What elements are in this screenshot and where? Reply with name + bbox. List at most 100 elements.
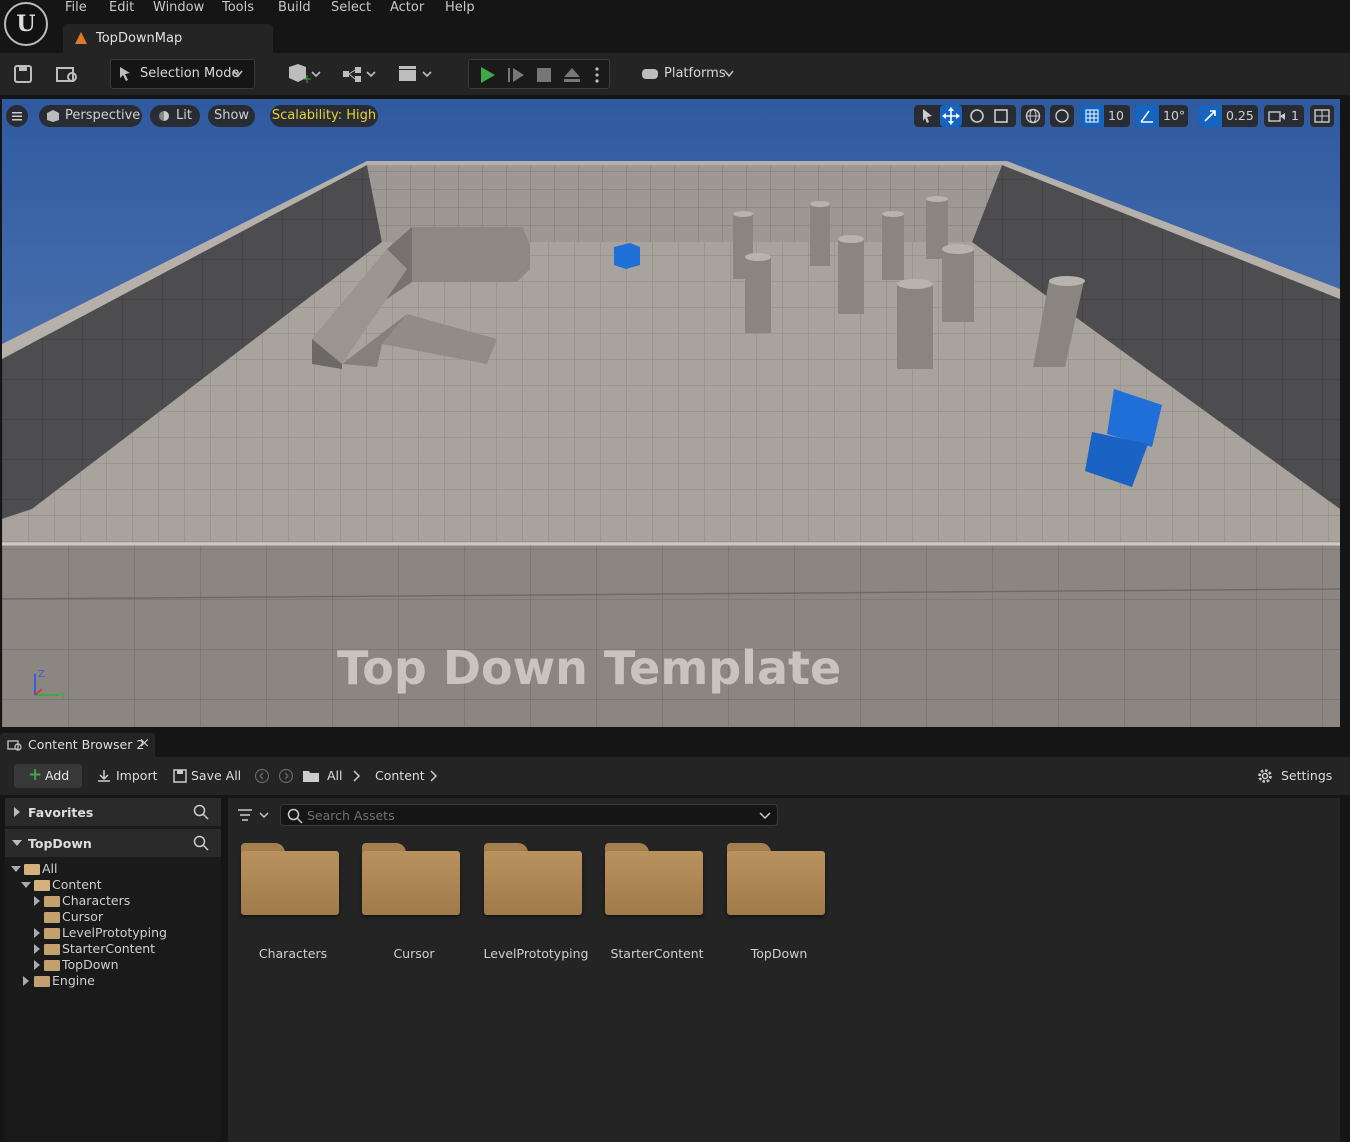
save-button[interactable] <box>8 59 38 89</box>
eject-icon[interactable] <box>563 66 581 84</box>
expand-arrow-icon[interactable] <box>33 896 41 906</box>
folder-tile-cursor[interactable] <box>362 843 460 915</box>
folder-icon[interactable] <box>302 768 320 784</box>
breadcrumb-all[interactable]: All <box>327 768 343 783</box>
tree-item-engine[interactable]: Engine <box>52 973 95 989</box>
save-all-icon <box>173 769 187 783</box>
lit-icon <box>159 111 169 121</box>
view-mode-button[interactable]: Lit <box>150 105 200 127</box>
rotation-snap-button[interactable]: 10° <box>1135 105 1188 127</box>
add-button[interactable]: + Add <box>14 764 82 788</box>
folder-tile-characters[interactable] <box>241 843 339 915</box>
settings-button[interactable]: Settings <box>1256 764 1336 788</box>
menu-select[interactable]: Select <box>331 0 371 16</box>
settings-label: Settings <box>1281 768 1333 783</box>
axis-y-label: Y <box>59 691 67 702</box>
folder-tile-levelprototyping[interactable] <box>484 843 582 915</box>
blueprint-icon <box>343 67 376 82</box>
expand-arrow-icon[interactable] <box>22 976 30 986</box>
menu-tools[interactable]: Tools <box>222 0 254 16</box>
grid-snap-button[interactable]: 10 <box>1080 105 1130 127</box>
browse-icon <box>56 67 77 82</box>
menu-file[interactable]: File <box>65 0 87 16</box>
perspective-button[interactable]: Perspective <box>39 105 142 127</box>
blueprint-button[interactable] <box>340 59 380 89</box>
favorites-header[interactable]: Favorites <box>5 798 221 826</box>
tree-item-content[interactable]: Content <box>52 877 102 893</box>
platforms-label: Platforms <box>664 66 726 81</box>
chevron-right-icon <box>353 770 361 782</box>
perspective-label: Perspective <box>65 108 141 123</box>
collapse-arrow-icon[interactable] <box>21 881 31 889</box>
project-header[interactable]: TopDown <box>5 829 221 857</box>
cursor-mode-icon <box>120 67 130 81</box>
tree-item-topdown[interactable]: TopDown <box>62 957 119 973</box>
save-icon <box>14 65 32 83</box>
content-browser-tab[interactable]: Content Browser 2 × <box>0 733 155 757</box>
scale-snap-icon <box>1204 110 1216 122</box>
level-viewport[interactable]: Top Down Template Z Y Perspective Lit Sh… <box>2 99 1340 727</box>
selection-mode-dropdown[interactable]: Selection Mode <box>110 59 255 89</box>
tree-item-startercontent[interactable]: StarterContent <box>62 941 155 957</box>
unreal-logo-icon[interactable]: U <box>4 2 48 46</box>
tree-item-characters[interactable]: Characters <box>62 893 130 909</box>
chevron-right-icon[interactable] <box>429 770 439 782</box>
expand-arrow-icon[interactable] <box>33 928 41 938</box>
level-tab[interactable]: TopDownMap <box>63 24 273 53</box>
folder-tile-startercontent[interactable] <box>605 843 703 915</box>
scalability-button[interactable]: Scalability: High <box>270 105 378 127</box>
tree-item-levelprototyping[interactable]: LevelPrototyping <box>62 925 167 941</box>
menu-help[interactable]: Help <box>445 0 475 16</box>
level-tab-title: TopDownMap <box>96 31 183 46</box>
advance-frame-icon[interactable] <box>507 66 525 84</box>
play-icon[interactable] <box>479 66 497 84</box>
more-options-icon[interactable] <box>593 66 601 84</box>
expand-arrow-icon[interactable] <box>33 944 41 954</box>
save-all-button[interactable]: Save All <box>172 764 242 788</box>
scale-tool-icon[interactable] <box>990 105 1012 127</box>
world-local-icon[interactable] <box>1021 105 1045 127</box>
lit-label: Lit <box>176 108 192 123</box>
rotate-tool-icon[interactable] <box>966 105 988 127</box>
menu-build[interactable]: Build <box>278 0 311 16</box>
translate-tool-icon[interactable] <box>940 105 962 127</box>
favorites-label: Favorites <box>28 805 94 820</box>
surface-snap-icon[interactable] <box>1050 105 1074 127</box>
collapse-arrow-icon[interactable] <box>11 865 21 873</box>
breadcrumb-content[interactable]: Content <box>375 768 425 783</box>
layout-icon <box>1314 109 1330 123</box>
forward-icon[interactable] <box>278 768 294 784</box>
stop-icon[interactable] <box>535 66 553 84</box>
browse-button[interactable] <box>52 59 82 89</box>
menu-actor[interactable]: Actor <box>390 0 424 16</box>
back-icon[interactable] <box>254 768 270 784</box>
chevron-down-icon <box>724 70 734 78</box>
search-assets-placeholder: Search Assets <box>307 808 395 823</box>
camera-icon <box>1268 111 1285 122</box>
close-icon[interactable]: × <box>139 736 150 751</box>
import-button[interactable]: Import <box>96 764 158 788</box>
import-icon <box>98 770 110 782</box>
camera-speed-button[interactable]: 1 <box>1264 105 1304 127</box>
add-actor-button[interactable]: + <box>284 59 324 89</box>
search-assets-field[interactable]: Search Assets <box>280 804 778 826</box>
menu-window[interactable]: Window <box>153 0 204 16</box>
show-button[interactable]: Show <box>208 105 255 127</box>
search-icon[interactable] <box>193 804 209 820</box>
platforms-button[interactable]: Platforms <box>638 59 738 89</box>
tree-item-cursor[interactable]: Cursor <box>62 909 103 925</box>
folder-tile-topdown[interactable] <box>727 843 825 915</box>
search-icon <box>287 808 303 824</box>
viewport-menu-button[interactable] <box>6 105 28 127</box>
layout-button[interactable] <box>1310 105 1334 127</box>
filter-button[interactable] <box>234 804 272 826</box>
import-label: Import <box>116 768 158 783</box>
expand-arrow-icon[interactable] <box>33 960 41 970</box>
tree-item-all[interactable]: All <box>42 861 58 877</box>
cinematics-button[interactable] <box>396 59 436 89</box>
select-tool-icon[interactable] <box>916 105 938 127</box>
search-icon[interactable] <box>193 835 209 851</box>
menu-edit[interactable]: Edit <box>109 0 134 16</box>
scale-snap-button[interactable]: 0.25 <box>1198 105 1258 127</box>
camera-speed-value: 1 <box>1291 108 1299 123</box>
